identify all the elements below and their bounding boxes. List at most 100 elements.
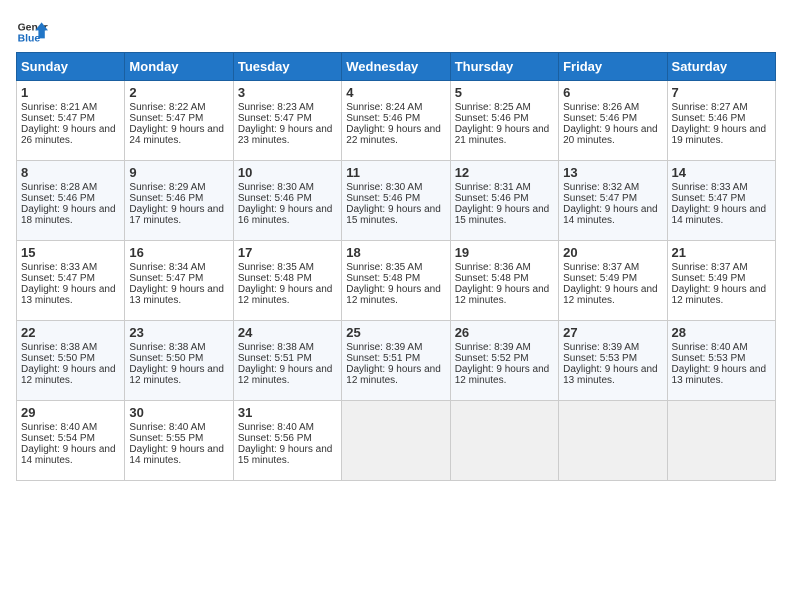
daylight-hours: Daylight: 9 hours and 12 minutes. (21, 364, 116, 386)
calendar-week: 29Sunrise: 8:40 AMSunset: 5:54 PMDayligh… (17, 401, 776, 481)
daylight-hours: Daylight: 9 hours and 12 minutes. (129, 364, 224, 386)
day-number: 7 (672, 85, 771, 100)
daylight-hours: Daylight: 9 hours and 12 minutes. (563, 284, 658, 306)
sunset-time: Sunset: 5:48 PM (346, 273, 420, 284)
column-header-thursday: Thursday (450, 53, 558, 81)
day-number: 6 (563, 85, 662, 100)
column-header-wednesday: Wednesday (342, 53, 450, 81)
calendar-cell: 27Sunrise: 8:39 AMSunset: 5:53 PMDayligh… (559, 321, 667, 401)
day-number: 10 (238, 165, 337, 180)
sunset-time: Sunset: 5:47 PM (129, 273, 203, 284)
sunset-time: Sunset: 5:47 PM (21, 113, 95, 124)
sunrise-time: Sunrise: 8:30 AM (238, 182, 314, 193)
calendar-cell: 13Sunrise: 8:32 AMSunset: 5:47 PMDayligh… (559, 161, 667, 241)
page-header: General Blue (16, 16, 776, 48)
daylight-hours: Daylight: 9 hours and 18 minutes. (21, 204, 116, 226)
daylight-hours: Daylight: 9 hours and 16 minutes. (238, 204, 333, 226)
logo: General Blue (16, 16, 48, 48)
sunrise-time: Sunrise: 8:25 AM (455, 102, 531, 113)
calendar-cell: 12Sunrise: 8:31 AMSunset: 5:46 PMDayligh… (450, 161, 558, 241)
daylight-hours: Daylight: 9 hours and 13 minutes. (129, 284, 224, 306)
sunrise-time: Sunrise: 8:34 AM (129, 262, 205, 273)
day-number: 12 (455, 165, 554, 180)
daylight-hours: Daylight: 9 hours and 12 minutes. (455, 364, 550, 386)
sunset-time: Sunset: 5:53 PM (563, 353, 637, 364)
daylight-hours: Daylight: 9 hours and 15 minutes. (346, 204, 441, 226)
daylight-hours: Daylight: 9 hours and 12 minutes. (238, 364, 333, 386)
day-number: 5 (455, 85, 554, 100)
calendar-cell: 19Sunrise: 8:36 AMSunset: 5:48 PMDayligh… (450, 241, 558, 321)
sunrise-time: Sunrise: 8:40 AM (21, 422, 97, 433)
sunrise-time: Sunrise: 8:37 AM (563, 262, 639, 273)
header-row: SundayMondayTuesdayWednesdayThursdayFrid… (17, 53, 776, 81)
calendar-cell: 29Sunrise: 8:40 AMSunset: 5:54 PMDayligh… (17, 401, 125, 481)
daylight-hours: Daylight: 9 hours and 12 minutes. (346, 364, 441, 386)
calendar-cell (559, 401, 667, 481)
sunset-time: Sunset: 5:46 PM (563, 113, 637, 124)
sunset-time: Sunset: 5:47 PM (238, 113, 312, 124)
calendar-cell: 5Sunrise: 8:25 AMSunset: 5:46 PMDaylight… (450, 81, 558, 161)
sunset-time: Sunset: 5:46 PM (346, 113, 420, 124)
day-number: 18 (346, 245, 445, 260)
sunrise-time: Sunrise: 8:35 AM (238, 262, 314, 273)
sunset-time: Sunset: 5:54 PM (21, 433, 95, 444)
calendar-cell: 18Sunrise: 8:35 AMSunset: 5:48 PMDayligh… (342, 241, 450, 321)
calendar-table: SundayMondayTuesdayWednesdayThursdayFrid… (16, 52, 776, 481)
sunset-time: Sunset: 5:55 PM (129, 433, 203, 444)
sunset-time: Sunset: 5:47 PM (563, 193, 637, 204)
calendar-cell: 30Sunrise: 8:40 AMSunset: 5:55 PMDayligh… (125, 401, 233, 481)
sunrise-time: Sunrise: 8:30 AM (346, 182, 422, 193)
daylight-hours: Daylight: 9 hours and 14 minutes. (21, 444, 116, 466)
calendar-cell (342, 401, 450, 481)
sunrise-time: Sunrise: 8:31 AM (455, 182, 531, 193)
calendar-cell: 31Sunrise: 8:40 AMSunset: 5:56 PMDayligh… (233, 401, 341, 481)
calendar-cell: 6Sunrise: 8:26 AMSunset: 5:46 PMDaylight… (559, 81, 667, 161)
calendar-cell: 15Sunrise: 8:33 AMSunset: 5:47 PMDayligh… (17, 241, 125, 321)
sunrise-time: Sunrise: 8:36 AM (455, 262, 531, 273)
sunset-time: Sunset: 5:50 PM (21, 353, 95, 364)
day-number: 28 (672, 325, 771, 340)
daylight-hours: Daylight: 9 hours and 26 minutes. (21, 124, 116, 146)
sunset-time: Sunset: 5:51 PM (346, 353, 420, 364)
sunset-time: Sunset: 5:46 PM (672, 113, 746, 124)
sunrise-time: Sunrise: 8:38 AM (21, 342, 97, 353)
daylight-hours: Daylight: 9 hours and 15 minutes. (238, 444, 333, 466)
sunrise-time: Sunrise: 8:40 AM (672, 342, 748, 353)
day-number: 19 (455, 245, 554, 260)
daylight-hours: Daylight: 9 hours and 17 minutes. (129, 204, 224, 226)
day-number: 31 (238, 405, 337, 420)
sunset-time: Sunset: 5:46 PM (129, 193, 203, 204)
calendar-cell (450, 401, 558, 481)
calendar-cell: 28Sunrise: 8:40 AMSunset: 5:53 PMDayligh… (667, 321, 775, 401)
daylight-hours: Daylight: 9 hours and 12 minutes. (455, 284, 550, 306)
day-number: 16 (129, 245, 228, 260)
daylight-hours: Daylight: 9 hours and 14 minutes. (563, 204, 658, 226)
sunrise-time: Sunrise: 8:40 AM (129, 422, 205, 433)
day-number: 22 (21, 325, 120, 340)
sunset-time: Sunset: 5:50 PM (129, 353, 203, 364)
daylight-hours: Daylight: 9 hours and 24 minutes. (129, 124, 224, 146)
sunrise-time: Sunrise: 8:32 AM (563, 182, 639, 193)
sunrise-time: Sunrise: 8:40 AM (238, 422, 314, 433)
calendar-cell: 22 Sunrise: 8:38 AMSunset: 5:50 PMDayligh… (17, 321, 125, 401)
day-number: 4 (346, 85, 445, 100)
calendar-cell: 24Sunrise: 8:38 AMSunset: 5:51 PMDayligh… (233, 321, 341, 401)
day-number: 17 (238, 245, 337, 260)
sunrise-time: Sunrise: 8:24 AM (346, 102, 422, 113)
daylight-hours: Daylight: 9 hours and 23 minutes. (238, 124, 333, 146)
sunrise-time: Sunrise: 8:28 AM (21, 182, 97, 193)
calendar-cell: 2Sunrise: 8:22 AMSunset: 5:47 PMDaylight… (125, 81, 233, 161)
sunrise-time: Sunrise: 8:39 AM (563, 342, 639, 353)
day-number: 2 (129, 85, 228, 100)
calendar-cell: 11Sunrise: 8:30 AMSunset: 5:46 PMDayligh… (342, 161, 450, 241)
daylight-hours: Daylight: 9 hours and 14 minutes. (129, 444, 224, 466)
day-number: 14 (672, 165, 771, 180)
sunrise-time: Sunrise: 8:39 AM (455, 342, 531, 353)
sunrise-time: Sunrise: 8:29 AM (129, 182, 205, 193)
day-number: 27 (563, 325, 662, 340)
column-header-saturday: Saturday (667, 53, 775, 81)
sunrise-time: Sunrise: 8:27 AM (672, 102, 748, 113)
column-header-friday: Friday (559, 53, 667, 81)
daylight-hours: Daylight: 9 hours and 12 minutes. (672, 284, 767, 306)
sunset-time: Sunset: 5:46 PM (455, 113, 529, 124)
